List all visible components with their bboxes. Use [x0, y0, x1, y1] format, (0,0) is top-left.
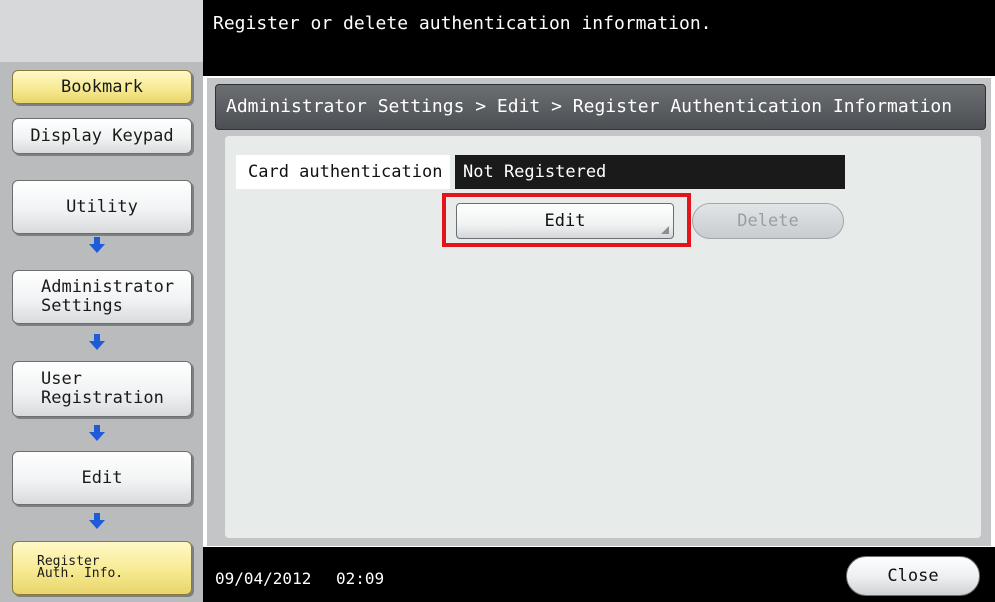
arrow-down-icon: [89, 334, 105, 350]
arrow-down-icon: [89, 425, 105, 441]
bookmark-button[interactable]: Bookmark: [12, 70, 192, 104]
card-authentication-label: Card authentication: [236, 155, 450, 189]
delete-button[interactable]: Delete: [692, 203, 844, 239]
breadcrumb-text: Administrator Settings > Edit > Register…: [226, 96, 953, 117]
sidebar-step-user-registration[interactable]: User Registration: [12, 361, 192, 417]
display-keypad-button[interactable]: Display Keypad: [12, 118, 192, 154]
left-top-area: [0, 0, 203, 62]
sidebar-step-label: User Registration: [41, 369, 164, 408]
sidebar-step-register-auth-info: Register Auth. Info.: [12, 541, 192, 595]
sidebar-step-label: Edit: [81, 467, 123, 488]
sidebar-step-label: Administrator Settings: [41, 277, 175, 316]
arrow-down-icon: [89, 513, 105, 529]
sidebar-step-label: Utility: [66, 196, 138, 217]
highlight-box: [442, 193, 691, 247]
sidebar-step-edit[interactable]: Edit: [12, 451, 192, 505]
arrow-down-icon: [89, 237, 105, 253]
close-button[interactable]: Close: [846, 556, 980, 596]
sidebar-step-label: Register Auth. Info.: [37, 553, 124, 581]
header-message: Register or delete authentication inform…: [213, 13, 712, 34]
time-display: 02:09: [336, 569, 385, 588]
sidebar-step-administrator-settings[interactable]: Administrator Settings: [12, 270, 192, 324]
date-display: 09/04/2012: [215, 569, 312, 588]
header-message-bar: Register or delete authentication inform…: [203, 0, 995, 76]
breadcrumb: Administrator Settings > Edit > Register…: [215, 84, 986, 130]
card-authentication-status: Not Registered: [455, 155, 845, 189]
sidebar-step-utility[interactable]: Utility: [12, 180, 192, 234]
